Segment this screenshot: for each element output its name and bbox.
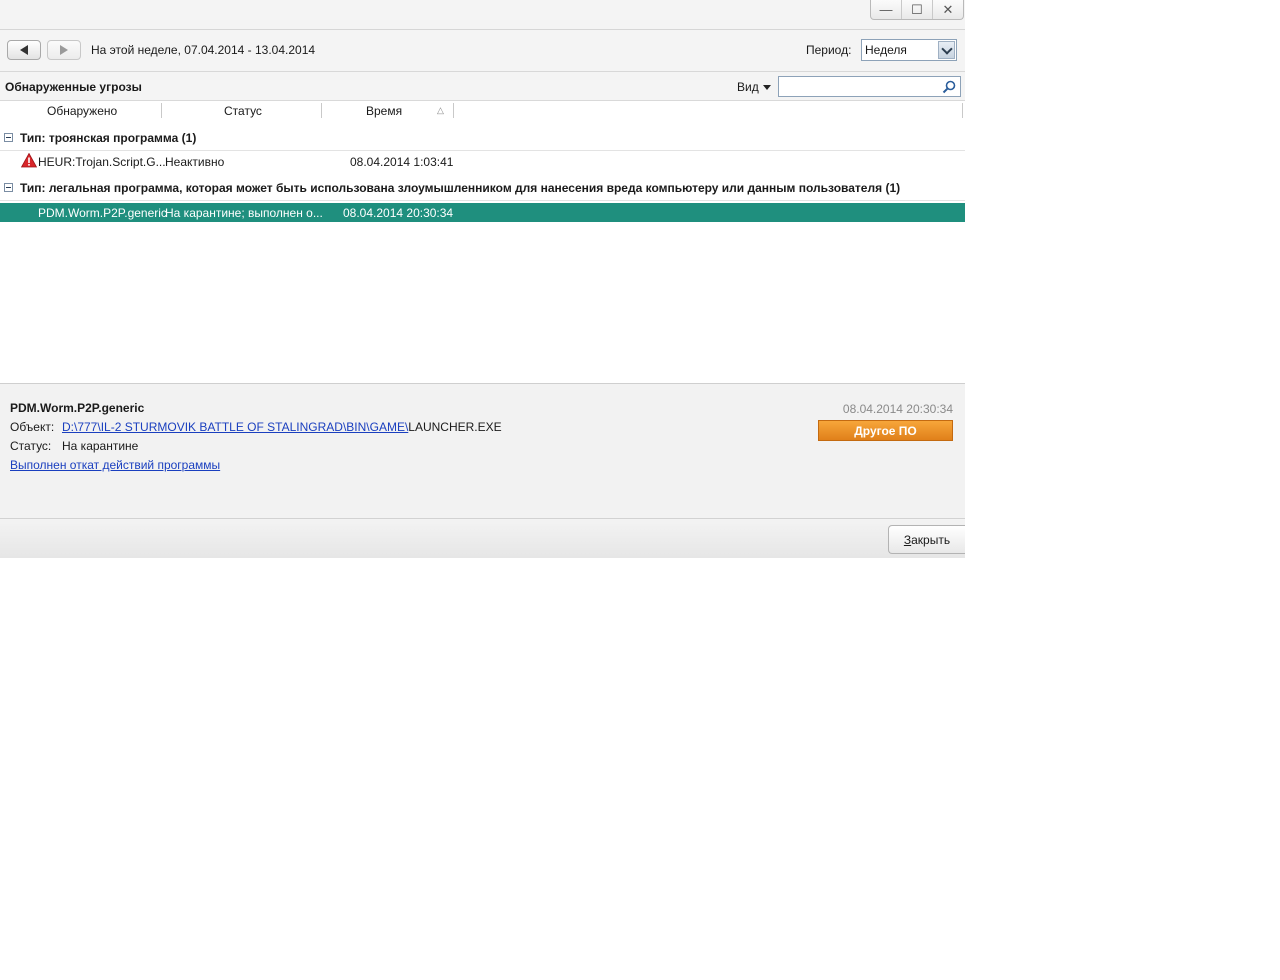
detail-threat-name: PDM.Worm.P2P.generic [10,401,145,415]
threat-name: HEUR:Trojan.Script.G... [38,155,166,169]
object-file: LAUNCHER.EXE [408,420,502,434]
threat-status: Неактивно [165,155,225,169]
threats-window: — ☐ ✕ На этой неделе, 07.04.2014 - 13.04… [0,0,965,558]
column-divider[interactable] [161,103,162,118]
rollback-link[interactable]: Выполнен откат действий программы [10,458,220,472]
column-divider[interactable] [453,103,454,118]
detail-time: 08.04.2014 20:30:34 [842,402,953,416]
arrow-right-icon [60,45,68,55]
period-label: Период: [806,43,852,57]
close-button-label: акрыть [911,532,951,547]
warning-icon [21,153,37,168]
minimize-button[interactable]: — [871,0,901,19]
threat-time: 08.04.2014 1:03:41 [350,155,454,169]
close-button[interactable]: Закрыть [888,525,965,554]
arrow-left-icon [20,45,28,55]
object-label: Объект: [10,420,55,434]
group-row[interactable]: Тип: троянская программа (1) [0,125,965,151]
maximize-button[interactable]: ☐ [901,0,932,19]
threat-time: 08.04.2014 20:30:34 [343,206,454,220]
threats-list: Тип: троянская программа (1) HEUR:Trojan… [0,122,965,384]
window-controls: — ☐ ✕ [870,0,964,20]
dropdown-button[interactable] [938,41,955,59]
title-bar: — ☐ ✕ [0,0,965,30]
threat-row-selected[interactable]: PDM.Worm.P2P.generic На карантине; выпол… [0,203,965,222]
threat-status: На карантине; выполнен о... [165,206,323,220]
details-panel: PDM.Worm.P2P.generic Объект: D:\777\IL-2 … [0,384,965,519]
section-title: Обнаруженные угрозы [5,80,142,94]
detail-object-row: Объект: D:\777\IL-2 STURMOVIK BATTLE OF S… [10,420,502,434]
footer-bar: Закрыть [0,519,965,558]
close-window-button[interactable]: ✕ [932,0,963,19]
detail-status-row: Статус: На карантине [10,439,138,453]
collapse-icon[interactable] [4,183,13,192]
section-header: Обнаруженные угрозы Вид [0,72,965,100]
column-divider[interactable] [962,103,963,118]
close-button-mnemonic: З [903,532,912,547]
column-detected[interactable]: Обнаружено [47,104,117,118]
sort-ascending-icon: △ [437,105,444,115]
group-row[interactable]: Тип: легальная программа, которая может … [0,175,965,201]
search-input[interactable] [778,76,961,97]
collapse-icon[interactable] [4,133,13,142]
next-period-button[interactable] [47,40,81,60]
group-title: Тип: легальная программа, которая может … [20,181,901,195]
view-menu-button[interactable]: Вид [737,80,771,94]
threat-name: PDM.Worm.P2P.generic [38,206,167,220]
column-status[interactable]: Статус [224,104,262,118]
period-navigation: На этой неделе, 07.04.2014 - 13.04.2014 … [0,30,965,72]
status-value: На карантине [62,439,139,453]
period-range-text: На этой неделе, 07.04.2014 - 13.04.2014 [91,43,316,57]
column-headers: Обнаружено Статус Время △ [0,100,965,123]
status-label: Статус: [10,439,52,453]
group-title: Тип: троянская программа (1) [20,131,197,145]
column-divider[interactable] [321,103,322,118]
object-path-link[interactable]: D:\777\IL-2 STURMOVIK BATTLE OF STALINGR… [62,420,408,434]
previous-period-button[interactable] [7,40,41,60]
category-button[interactable]: Другое ПО [818,420,953,441]
period-select[interactable]: Неделя [861,39,957,61]
period-select-value: Неделя [865,43,907,57]
chevron-down-icon [940,42,953,55]
threat-row[interactable]: HEUR:Trojan.Script.G... Неактивно 08.04.… [0,152,965,171]
view-menu-label: Вид [737,80,759,94]
search-icon[interactable] [942,80,956,94]
column-time[interactable]: Время [366,104,402,118]
dropdown-arrow-icon [762,85,771,91]
